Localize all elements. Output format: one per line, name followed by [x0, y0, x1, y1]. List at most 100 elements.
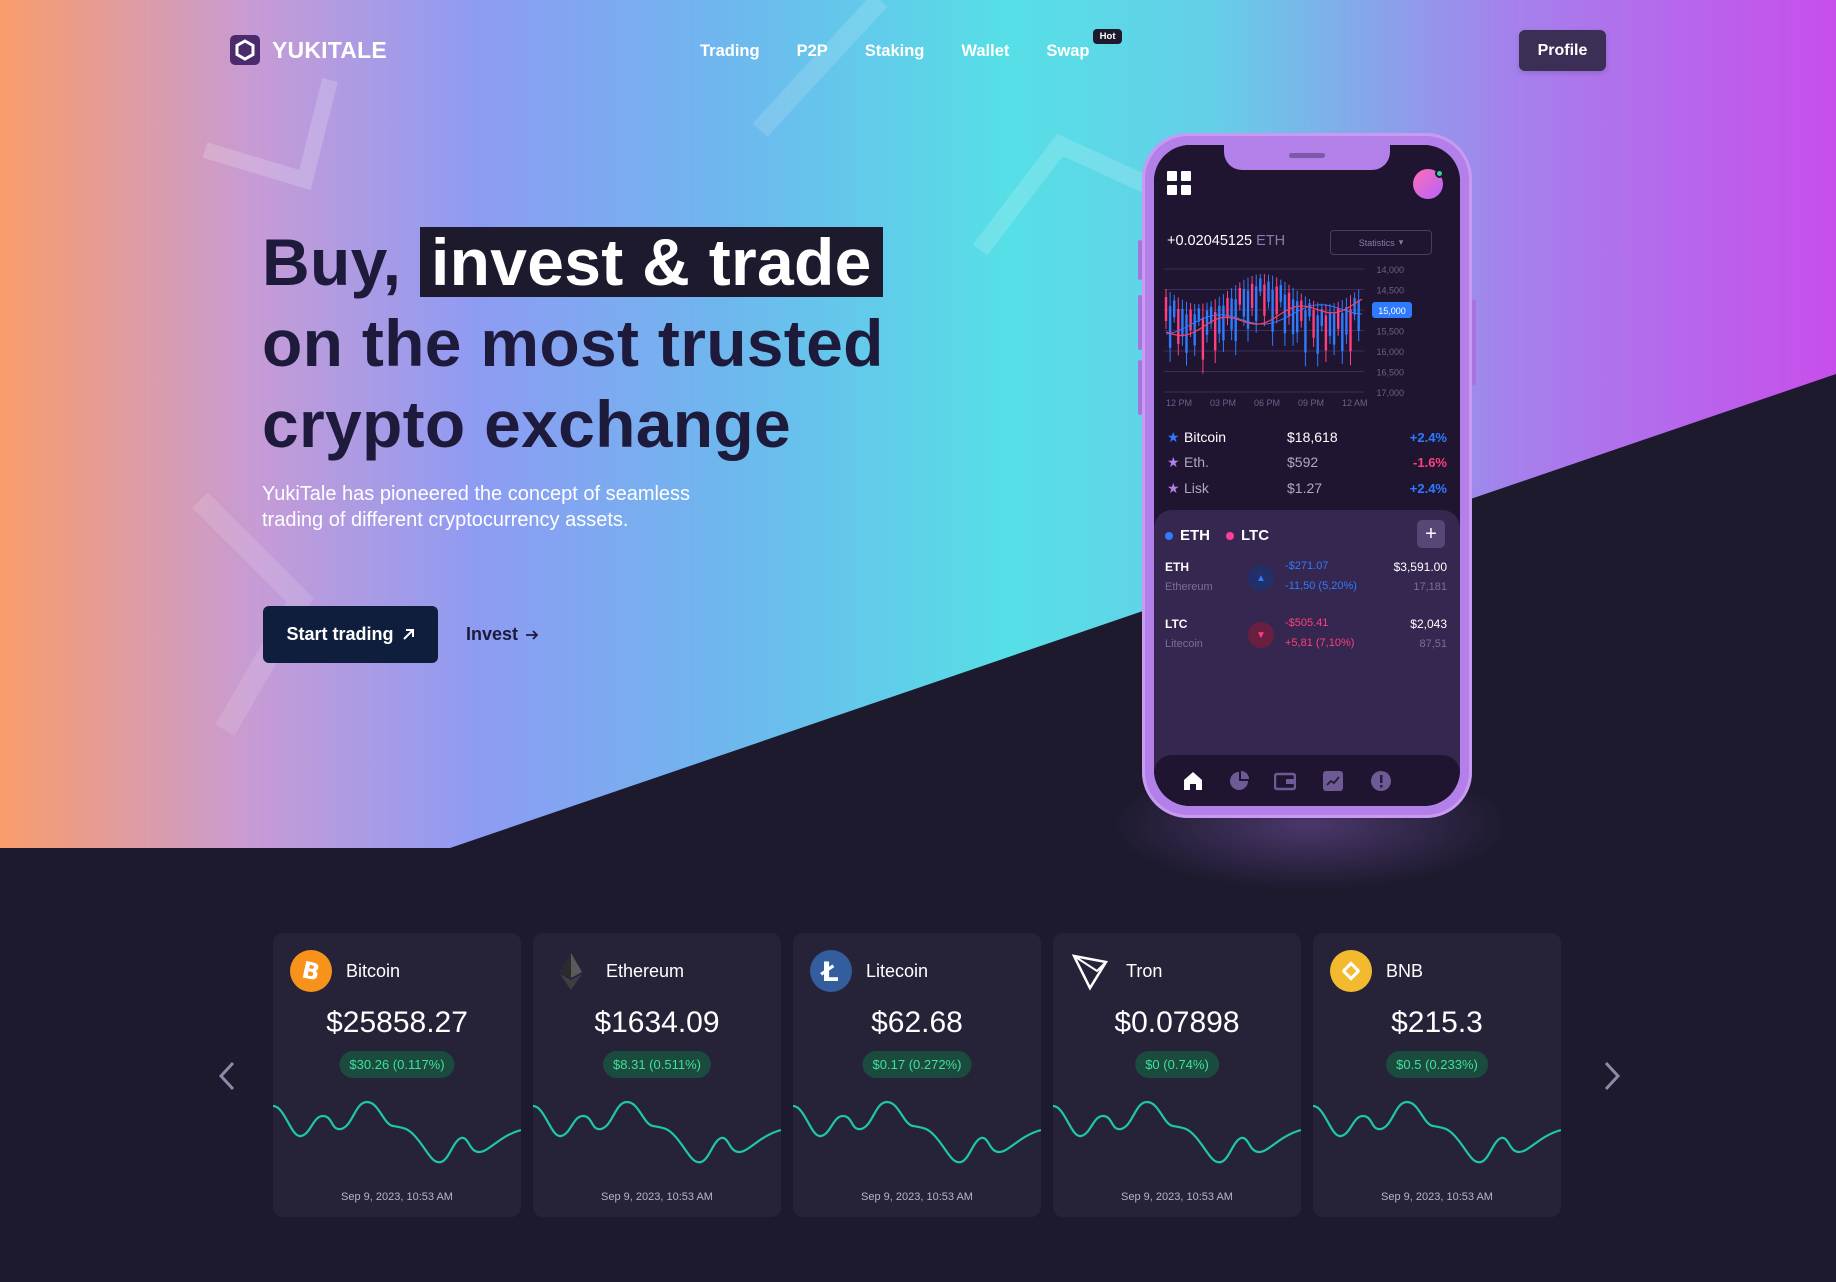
coin-row-bitcoin[interactable]: ★ Bitcoin $18,618 +2.4% — [1167, 427, 1447, 447]
y-tick-label: 16,500 — [1376, 368, 1404, 378]
nav-swap[interactable]: Swap Hot — [1046, 29, 1123, 61]
trend-chart-icon[interactable] — [1322, 770, 1344, 792]
y-tick-label: 14,000 — [1376, 265, 1404, 275]
candle-body — [1185, 314, 1188, 353]
sparkline — [793, 1100, 1041, 1164]
candle-body — [1222, 305, 1225, 341]
ltc-dot — [1226, 531, 1234, 540]
headline-line-1: Buy, invest & trade — [262, 222, 884, 303]
candle-body — [1173, 300, 1176, 318]
candle-body — [1324, 315, 1328, 351]
carousel-prev-button[interactable] — [213, 1059, 243, 1093]
candle-body — [1308, 303, 1311, 317]
candle-body — [1250, 283, 1254, 308]
coin-change-badge: $30.26 (0.117%) — [339, 1051, 455, 1078]
candle-body — [1242, 289, 1246, 317]
sparkline — [1313, 1100, 1561, 1164]
candle-body — [1255, 286, 1258, 322]
candle-body — [1164, 297, 1168, 321]
nav-p2p[interactable]: P2P — [797, 42, 828, 61]
candle-body — [1181, 308, 1184, 337]
brand-name: YUKITALE — [272, 36, 387, 63]
headline-line-2: on the most trusted — [262, 306, 884, 380]
carousel-next-button[interactable] — [1596, 1059, 1626, 1093]
coin-change-badge: $0.5 (0.233%) — [1386, 1051, 1488, 1078]
pair-symbol: ETH — [1165, 560, 1189, 574]
candle-body — [1263, 284, 1266, 316]
profile-button[interactable]: Profile — [1519, 30, 1606, 71]
star-icon[interactable]: ★ — [1167, 429, 1184, 446]
info-alert-icon[interactable] — [1370, 770, 1392, 792]
y-tick-label: 15,500 — [1376, 327, 1404, 337]
home-icon[interactable] — [1182, 770, 1204, 792]
headline-highlight: invest & trade — [419, 227, 883, 297]
candle-body — [1316, 315, 1319, 354]
coin-card-bitcoin[interactable]: B Bitcoin $25858.27 $30.26 (0.117%) Sep … — [273, 933, 521, 1217]
pie-chart-icon[interactable] — [1228, 770, 1250, 792]
candle-body — [1300, 300, 1303, 321]
coin-card-tron[interactable]: Tron $0.07898 $0 (0.74%) Sep 9, 2023, 10… — [1053, 933, 1301, 1217]
coin-name: BNB — [1386, 961, 1424, 981]
pair-name: Litecoin — [1165, 638, 1203, 650]
coin-price: $1.27 — [1287, 480, 1323, 496]
phone-tab-bar — [1154, 755, 1460, 806]
x-tick-label: 09 PM — [1298, 398, 1324, 408]
start-trading-button[interactable]: Start trading — [263, 606, 438, 663]
menu-grid-icon[interactable] — [1167, 171, 1191, 195]
candle-body — [1349, 309, 1352, 352]
coin-name: Eth. — [1184, 454, 1209, 470]
arrow-up-icon: ▲ — [1248, 565, 1274, 591]
balance-unit: ETH — [1256, 233, 1286, 249]
coin-change-badge: $8.31 (0.511%) — [603, 1051, 711, 1078]
pair-volume: 17,181 — [1413, 581, 1447, 593]
candle-body — [1332, 313, 1336, 345]
svg-text:Ł: Ł — [819, 957, 838, 988]
candle-body — [1267, 281, 1270, 302]
pair-volume: 87,51 — [1419, 638, 1447, 650]
brand-logo[interactable]: YUKITALE — [230, 35, 387, 65]
coin-card-ethereum[interactable]: Ethereum $1634.09 $8.31 (0.511%) Sep 9, … — [533, 933, 781, 1217]
pair-row-ltc[interactable]: LTC Litecoin ▼ -$505.41 +5,81 (7,10%) $2… — [1165, 617, 1447, 657]
candle-body — [1304, 310, 1307, 353]
star-icon[interactable]: ★ — [1167, 480, 1184, 497]
coin-name: Bitcoin — [1184, 429, 1227, 445]
hero-headline: Buy, invest & trade on the most trusted … — [262, 222, 884, 465]
coin-card-litecoin[interactable]: Ł Litecoin $62.68 $0.17 (0.272%) Sep 9, … — [793, 933, 1041, 1217]
eth-dot — [1165, 531, 1173, 540]
candle-body — [1275, 286, 1278, 315]
coin-row-eth[interactable]: ★ Eth. $592 -1.6% — [1167, 452, 1447, 472]
tron-icon — [1070, 950, 1112, 992]
nav-staking[interactable]: Staking — [865, 42, 925, 61]
caret-down-icon: ▾ — [1398, 237, 1404, 247]
coin-timestamp: Sep 9, 2023, 10:53 AM — [1121, 1191, 1233, 1203]
coin-change-badge: $0 (0.74%) — [1135, 1051, 1219, 1078]
x-tick-label: 12 PM — [1166, 398, 1192, 408]
invest-link[interactable]: Invest — [466, 624, 539, 645]
current-price-label: 15,000 — [1378, 306, 1406, 316]
headline-prefix: Buy, — [262, 225, 402, 299]
avatar[interactable] — [1413, 169, 1444, 199]
candle-body — [1283, 294, 1287, 334]
pair-row-eth[interactable]: ETH Ethereum ▲ -$271.07 -11,50 (5,20%) $… — [1165, 560, 1447, 600]
nav-wallet[interactable]: Wallet — [961, 42, 1009, 61]
coin-card-bnb[interactable]: BNB $215.3 $0.5 (0.233%) Sep 9, 2023, 10… — [1313, 933, 1561, 1217]
candle-body — [1291, 299, 1295, 335]
candle-body — [1353, 297, 1356, 315]
coin-row-lisk[interactable]: ★ Lisk $1.27 +2.4% — [1167, 478, 1447, 498]
tab-ltc[interactable]: LTC — [1226, 527, 1269, 544]
statistics-dropdown[interactable]: Statistics ▾ — [1330, 230, 1432, 255]
nav-trading[interactable]: Trading — [700, 42, 760, 61]
add-pair-button[interactable]: + — [1417, 520, 1445, 548]
tab-eth[interactable]: ETH — [1165, 527, 1210, 544]
coin-timestamp: Sep 9, 2023, 10:53 AM — [1381, 1191, 1493, 1203]
coin-price: $0.07898 — [1114, 1006, 1240, 1039]
candle-body — [1357, 299, 1360, 331]
coin-name: Ethereum — [606, 961, 685, 981]
wallet-icon[interactable] — [1274, 770, 1296, 792]
phone-screen: +0.02045125 ETH Statistics ▾ 14,000 14,50… — [1154, 145, 1460, 806]
star-icon[interactable]: ★ — [1167, 454, 1184, 471]
candle-body — [1279, 285, 1282, 302]
coin-name: Lisk — [1184, 480, 1209, 496]
statistics-label: Statistics — [1358, 237, 1395, 248]
candle-body — [1259, 278, 1262, 292]
